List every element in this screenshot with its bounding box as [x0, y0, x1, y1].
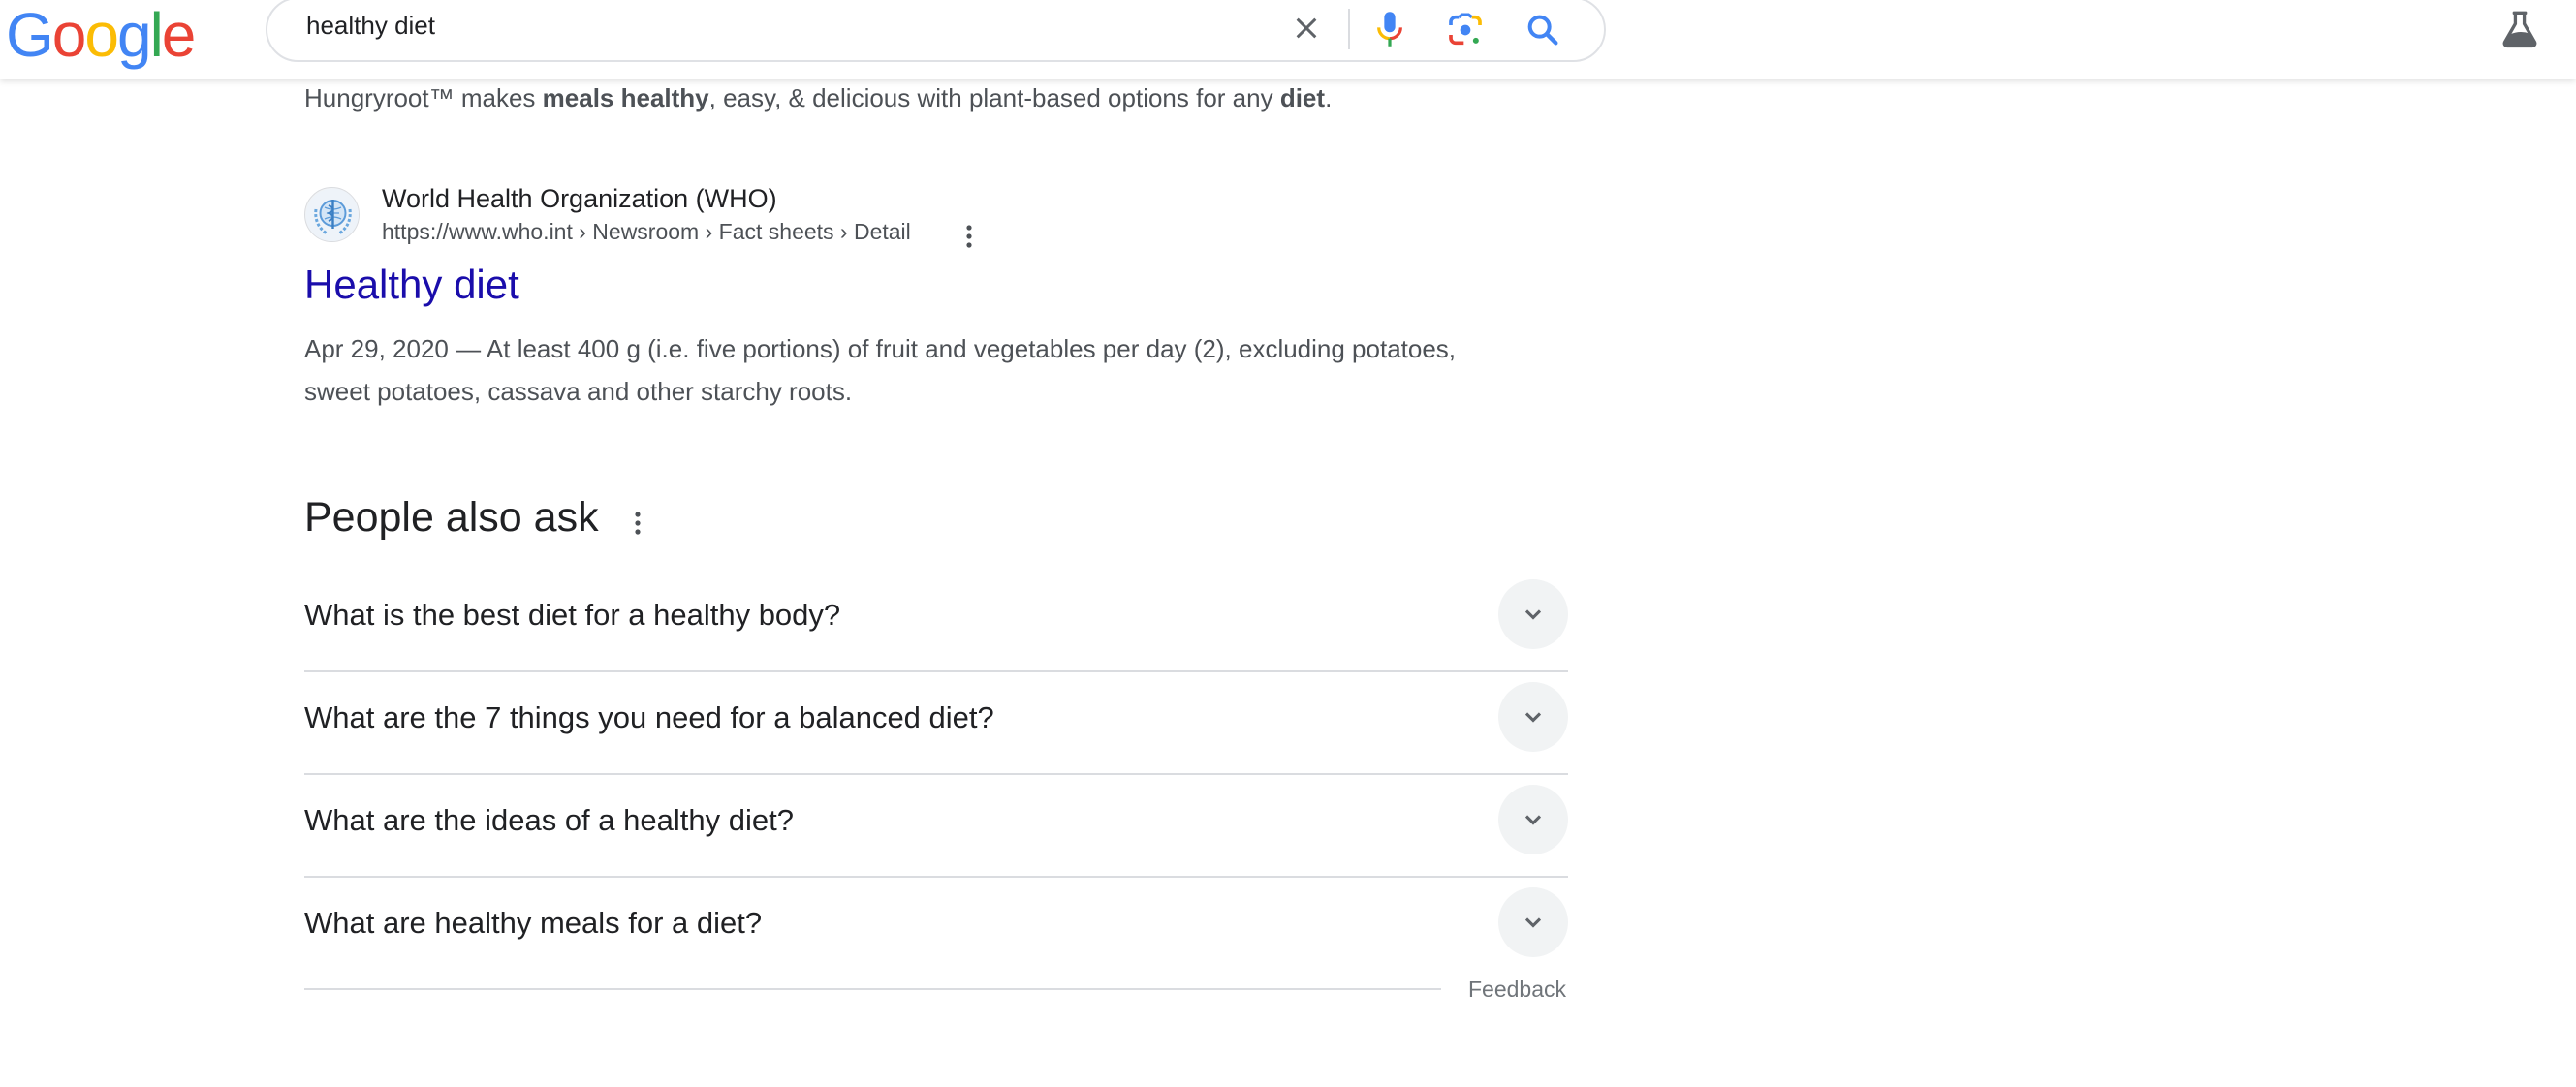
google-lens-icon [1449, 13, 1482, 46]
people-also-ask-heading: People also ask [304, 494, 599, 541]
snippet-text: , easy, & delicious with plant-based opt… [708, 83, 1280, 112]
people-also-ask-list: What is the best diet for a healthy body… [304, 570, 1568, 980]
logo-letter: e [161, 0, 197, 70]
result-title-link[interactable]: Healthy diet [304, 262, 519, 308]
chevron-down-icon [1524, 815, 1542, 825]
snippet-text: Hungryroot™ makes [304, 83, 543, 112]
flask-icon [2502, 11, 2537, 48]
search-box[interactable]: healthy diet [266, 0, 1606, 62]
paa-question[interactable]: What are the 7 things you need for a bal… [304, 672, 1568, 775]
chevron-down-icon [1524, 917, 1542, 928]
chevron-down-icon [1524, 609, 1542, 620]
paa-question[interactable]: What are the ideas of a healthy diet? [304, 775, 1568, 878]
previous-result-snippet: Hungryroot™ makes meals healthy, easy, &… [304, 83, 1332, 113]
paa-question-text: What is the best diet for a healthy body… [304, 598, 841, 632]
logo-letter: l [149, 0, 164, 70]
search-labs-button[interactable] [2498, 8, 2541, 50]
paa-question-text: What are healthy meals for a diet? [304, 906, 763, 940]
result-url-breadcrumb[interactable]: https://www.who.int › Newsroom › Fact sh… [382, 219, 911, 245]
close-icon [1296, 17, 1317, 39]
lens-search-button[interactable] [1446, 11, 1485, 49]
more-vert-icon [966, 225, 972, 248]
search-icon [1527, 15, 1558, 46]
result-description: Apr 29, 2020 — At least 400 g (i.e. five… [304, 334, 1457, 406]
snippet-text: . [1325, 83, 1333, 112]
expand-button[interactable] [1498, 682, 1568, 752]
search-submit-button[interactable] [1524, 11, 1562, 49]
clear-search-button[interactable] [1291, 13, 1322, 44]
logo-letter: g [116, 0, 152, 70]
people-also-ask-options-button[interactable] [628, 509, 647, 538]
more-vert-icon [635, 512, 641, 535]
search-input[interactable]: healthy diet [306, 11, 435, 41]
people-also-ask-footer: Feedback [304, 977, 1568, 1025]
search-box-divider [1348, 9, 1350, 49]
paa-question-text: What are the ideas of a healthy diet? [304, 803, 794, 837]
snippet-highlight: meals healthy [542, 83, 709, 112]
expand-button[interactable] [1498, 785, 1568, 854]
who-logo-icon [305, 188, 359, 241]
logo-letter: G [6, 0, 54, 70]
feedback-link[interactable]: Feedback [1468, 977, 1566, 1003]
logo-letter: o [84, 0, 119, 70]
site-favicon[interactable] [304, 187, 360, 242]
divider [304, 988, 1441, 990]
google-logo[interactable]: Google [6, 0, 197, 70]
expand-button[interactable] [1498, 887, 1568, 957]
result-options-button[interactable] [959, 223, 979, 250]
snippet-highlight: diet [1279, 83, 1326, 112]
microphone-icon [1377, 12, 1402, 47]
header: Google healthy diet [0, 0, 2576, 79]
logo-letter: o [51, 0, 87, 70]
paa-question-text: What are the 7 things you need for a bal… [304, 700, 994, 734]
expand-button[interactable] [1498, 579, 1568, 649]
voice-search-button[interactable] [1370, 9, 1409, 49]
paa-question[interactable]: What is the best diet for a healthy body… [304, 570, 1568, 672]
chevron-down-icon [1524, 712, 1542, 723]
paa-question[interactable]: What are healthy meals for a diet? [304, 878, 1568, 980]
site-name[interactable]: World Health Organization (WHO) [382, 184, 777, 214]
